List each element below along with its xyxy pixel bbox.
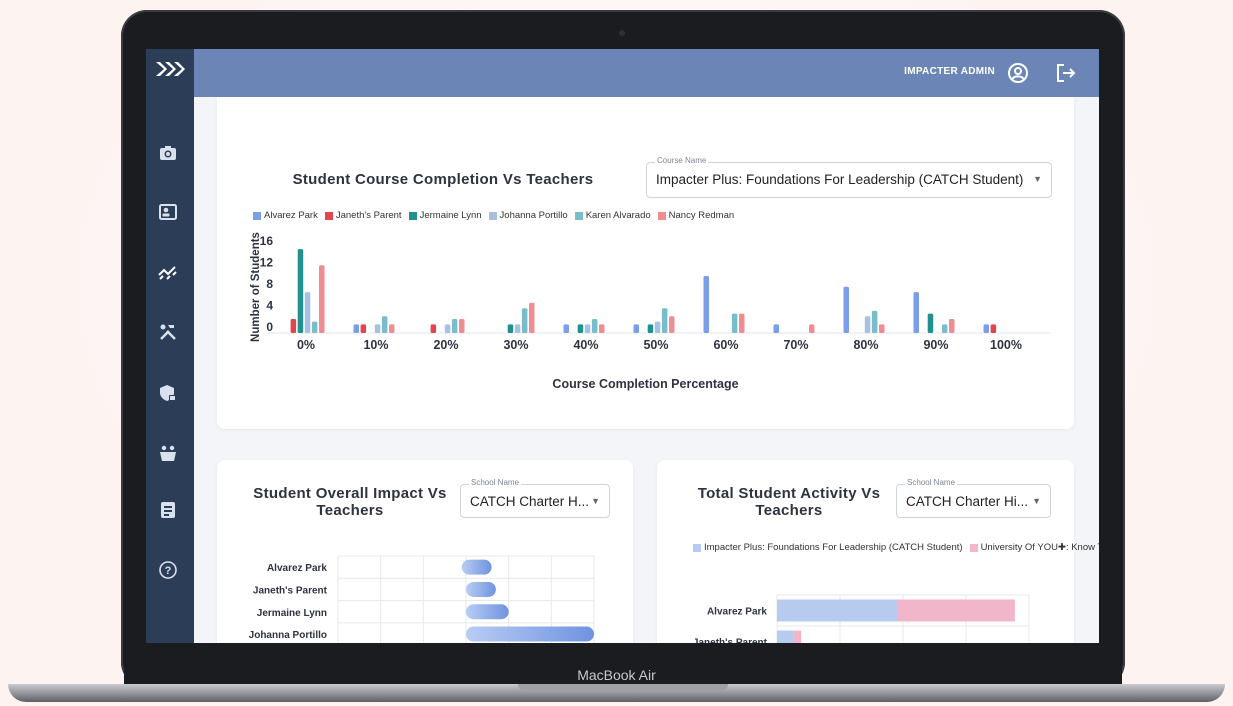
bar [430, 324, 437, 333]
bar [444, 324, 451, 333]
bar [514, 324, 521, 333]
x-tick-label: 80% [853, 338, 878, 352]
bar-segment [777, 630, 794, 643]
bar [864, 316, 871, 333]
logout-icon[interactable] [1055, 62, 1077, 84]
x-axis-label: Course Completion Percentage [552, 377, 739, 391]
y-tick-label: 8 [266, 277, 273, 291]
bar [360, 324, 367, 333]
bar [731, 313, 738, 333]
device-label: MacBook Air [577, 667, 656, 683]
bar [661, 308, 668, 333]
x-tick-label: 100% [990, 338, 1022, 352]
shield-lock-icon[interactable] [157, 382, 179, 404]
bar-segment [793, 630, 802, 643]
x-tick-label: 40% [573, 338, 598, 352]
impact-card: Student Overall Impact Vs Teachers Schoo… [217, 460, 633, 643]
help-icon[interactable]: ? [157, 559, 179, 581]
bar [304, 292, 311, 333]
bar-segment [777, 599, 898, 622]
admin-label: IMPACTER ADMIN [904, 66, 995, 77]
tools-icon[interactable] [157, 321, 179, 343]
camera-icon [619, 30, 625, 36]
sidebar: ? [146, 49, 194, 643]
bar [983, 324, 989, 333]
bar [871, 310, 878, 333]
bar [584, 324, 591, 333]
bar [703, 275, 709, 333]
category-label: Alvarez Park [267, 563, 327, 574]
bar [990, 324, 997, 333]
laptop-notch [518, 684, 728, 691]
activity-card: Total Student Activity Vs Teachers Schoo… [657, 460, 1099, 643]
bar [647, 324, 654, 333]
notes-icon[interactable] [157, 499, 179, 521]
category-label: Janeth's Parent [253, 585, 328, 596]
main-content: Student Course Completion Vs Teachers Co… [194, 97, 1099, 643]
bar [319, 265, 325, 333]
camera-icon[interactable] [157, 142, 179, 164]
bar [949, 318, 955, 333]
bar [843, 286, 849, 333]
bar [353, 324, 359, 333]
top-bar: IMPACTER ADMIN [194, 49, 1099, 97]
bar [381, 316, 388, 333]
y-tick-label: 0 [266, 320, 273, 334]
bar [297, 249, 304, 333]
bar [879, 324, 885, 333]
category-label: Johanna Portillo [249, 630, 327, 641]
x-tick-label: 30% [503, 338, 528, 352]
x-tick-label: 60% [713, 338, 738, 352]
bar [311, 321, 318, 333]
svg-text:?: ? [165, 565, 172, 577]
activity-icon[interactable] [157, 261, 179, 283]
bar [941, 324, 948, 333]
user-circle-icon[interactable] [1007, 62, 1029, 84]
bar [927, 313, 934, 333]
bar-segment [897, 599, 1015, 622]
people-icon[interactable] [157, 442, 179, 464]
bar [389, 324, 395, 333]
app-screen: ? IMPACTER ADMIN Student Course Completi… [146, 49, 1099, 643]
bar [466, 626, 594, 642]
logo-icon[interactable] [152, 57, 188, 81]
bar [773, 324, 779, 333]
bar [466, 581, 496, 597]
bar [633, 324, 639, 333]
y-axis-label: Number of Students [250, 232, 262, 342]
bar [290, 318, 297, 333]
bar [739, 313, 745, 333]
completion-card: Student Course Completion Vs Teachers Co… [217, 97, 1074, 429]
x-tick-label: 90% [923, 338, 948, 352]
bar [521, 308, 528, 333]
bar [591, 318, 598, 333]
bar [577, 324, 584, 333]
y-tick-label: 4 [266, 299, 273, 313]
bar [461, 559, 492, 575]
impact-bar-chart: Alvarez Park Janeth's Parent Jermaine Lynn… [249, 555, 595, 643]
x-tick-label: 10% [363, 338, 388, 352]
bar [374, 324, 381, 333]
bar [654, 321, 661, 333]
bar [669, 316, 675, 333]
x-tick-label: 0% [297, 338, 315, 352]
bar [563, 324, 569, 333]
bar [451, 318, 458, 333]
bar [459, 318, 465, 333]
bar [529, 302, 535, 333]
id-card-icon[interactable] [157, 201, 179, 223]
activity-bar-chart: Alvarez ParkJaneth's ParentJermaine Lynn [693, 594, 1030, 643]
bar [913, 292, 919, 333]
x-tick-label: 20% [433, 338, 458, 352]
category-label: Jermaine Lynn [257, 608, 327, 619]
x-tick-label: 50% [643, 338, 668, 352]
bar [599, 324, 605, 333]
category-label: Alvarez Park [707, 607, 767, 618]
x-tick-label: 70% [783, 338, 808, 352]
bar [507, 324, 514, 333]
bar [466, 604, 509, 620]
bar [809, 324, 815, 333]
